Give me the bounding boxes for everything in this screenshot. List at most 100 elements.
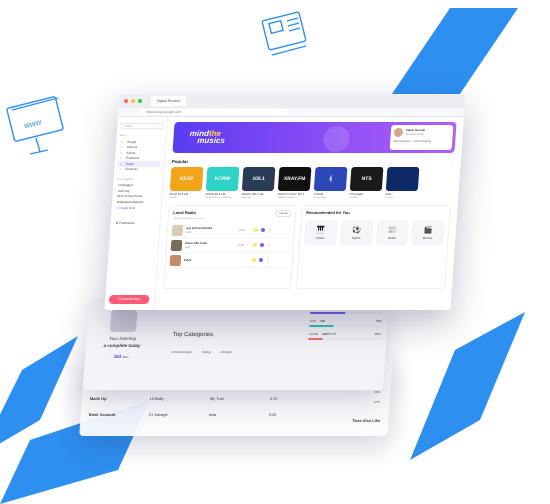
ball-icon: ⚽: [352, 226, 362, 234]
profile-card[interactable]: Calvin Russell @calvinrussell 234 Follow…: [389, 125, 454, 150]
code-screen-icon: [261, 11, 307, 56]
app-body: Search ⌕ Menu ♪ Songs ♪ Albums ♪ Artists ♪ Podc…: [104, 117, 463, 310]
local-radio-title: Local Radio: [173, 210, 197, 215]
category-tag[interactable]: Lifestyle: [220, 350, 231, 354]
station-artwork: KCRW: [205, 167, 240, 191]
radio-row[interactable]: Kaisa Tilla Track Arijit 4:18 ⋮: [170, 238, 290, 253]
maximize-dot[interactable]: [137, 99, 143, 103]
profile-followers: 234 Followers: [393, 139, 411, 143]
rec-card-movies[interactable]: 🎬 Movies: [411, 220, 445, 246]
hero-banner: mindthe musics Calvin Russell @calvinrus…: [172, 122, 457, 153]
sidebar-item-label: Radio: [125, 161, 135, 166]
rec-card-music[interactable]: 🎹 Music: [303, 220, 338, 246]
station-card[interactable]: 𝄞 TruthAli Los Angeles: [313, 167, 348, 199]
radio-row[interactable]: Pehla ⋮: [169, 253, 289, 268]
menu-label: Menu: [119, 133, 127, 137]
station-card[interactable]: XRAY.FM XRAY.fm KXRY 107.1 Portland, Orego…: [277, 167, 312, 199]
also-like-stat: 33%: [374, 390, 381, 394]
carousel-arrows[interactable]: ‹ ›: [451, 160, 454, 164]
sidebar-item-songs[interactable]: ♪ Songs: [119, 139, 162, 145]
hero-title: mindthe musics: [189, 129, 226, 145]
play-icon[interactable]: [259, 243, 265, 247]
station-location: Los Angeles: [313, 196, 327, 199]
station-artwork: [385, 167, 420, 191]
track-info: Kaisa Tilla Track Arijit: [185, 241, 236, 249]
lower-panels: Local Radio See All Local radio stations …: [162, 205, 451, 289]
station-card[interactable]: 105.1 WWPR 105.1 FM New York: [241, 167, 276, 199]
playlists-label: Your Playlists: [116, 177, 134, 181]
rec-label: Movies: [422, 235, 433, 240]
category-tags: Product design Yoding Lifestyle: [171, 350, 231, 354]
table-row[interactable]: Bank Account 21 Savage Issa 3:45: [89, 412, 299, 417]
avatar: [393, 128, 404, 137]
category-tag[interactable]: Yoding: [201, 350, 210, 354]
create-playlist-button[interactable]: + Create New: [114, 205, 157, 211]
mic-icon: ♪: [120, 150, 123, 155]
sidebar-item-label: Songs: [127, 139, 137, 144]
sidebar-item-label: Artists: [126, 150, 136, 155]
track-thumbnail: [169, 254, 182, 266]
station-card[interactable]: KEXP KEXP 90.3 FM Seattle: [169, 167, 204, 199]
more-icon[interactable]: ⋮: [266, 258, 270, 263]
url-field[interactable]: https://www.google.com: [138, 109, 289, 115]
news-icon: 📰: [387, 226, 398, 234]
radio-row[interactable]: Aye Dil Hai Mushkil Arijit 2:50 ⋮: [171, 223, 291, 238]
preference-link[interactable]: ⚙ Preference: [113, 221, 156, 225]
listening-minutes: 354: [113, 354, 122, 359]
sidebar-item-discover[interactable]: ♪ Discover: [117, 167, 160, 173]
station-location: Portland, Oregon: [277, 196, 296, 199]
stat-bar: [309, 325, 382, 327]
podcast-icon: ♪: [119, 156, 122, 161]
close-dot[interactable]: [123, 99, 129, 103]
play-icon[interactable]: [260, 228, 266, 232]
listening-unit: Mins: [122, 355, 129, 359]
like-icon[interactable]: [253, 228, 259, 232]
popular-carousel: KEXP KEXP 90.3 FM Seattle KCRW KCRW 89.9 FM S…: [169, 167, 453, 199]
station-card[interactable]: Eme Europe: [385, 167, 420, 199]
station-card[interactable]: NTS NTS Radio London: [349, 167, 384, 199]
station-location: New York: [241, 196, 252, 199]
sidebar-item-artists[interactable]: ♪ Artists: [118, 150, 161, 156]
like-icon[interactable]: [251, 258, 257, 262]
browser-tab[interactable]: Digital Product: [150, 96, 187, 106]
rec-card-sports[interactable]: ⚽ Sports: [339, 220, 374, 246]
browser-window: Digital Product https://www.google.com S…: [104, 94, 466, 310]
categories-screen: Your listening a complete today 354 Mins…: [82, 300, 390, 390]
album-art: [109, 310, 138, 332]
minimize-dot[interactable]: [130, 99, 136, 103]
stat-percent: 20%: [374, 332, 381, 336]
stat-bar-fill: [309, 325, 334, 327]
track-time: 4:18: [237, 243, 244, 247]
play-icon[interactable]: [258, 258, 264, 262]
local-radio-list: Aye Dil Hai Mushkil Arijit 2:50 ⋮ Kaisa Till…: [169, 223, 291, 268]
station-artwork: KEXP: [169, 167, 204, 191]
deco-stripe-bottom-right: [410, 312, 525, 460]
stat-bar: [310, 312, 383, 314]
sidebar-item-radio[interactable]: ♪ Radio: [117, 161, 161, 167]
track-artist: Arijit: [184, 245, 191, 249]
stat-bar-fill: [308, 338, 323, 340]
station-card[interactable]: KCRW KCRW 89.9 FM Santa Monica, California: [205, 167, 240, 199]
sidebar-menu: ♪ Songs ♪ Albums ♪ Artists ♪ Podcasts ♪ Radio ♪ Dis…: [117, 139, 162, 172]
category-tag[interactable]: Product design: [171, 350, 191, 354]
stat-value: 116: [319, 319, 326, 323]
like-icon[interactable]: [252, 243, 258, 247]
hero-illustration: [322, 126, 351, 152]
station-location: Seattle: [169, 196, 177, 199]
more-icon[interactable]: ⋮: [268, 228, 272, 233]
rec-card-news[interactable]: 📰 News: [375, 220, 409, 246]
www-label: www: [22, 117, 42, 130]
table-row[interactable]: Made Up Lil Baby My Turn 3:10: [90, 396, 300, 401]
more-icon[interactable]: ⋮: [267, 243, 271, 248]
recommended-panel: Recommended for You 🎹 Music ⚽ Sports 📰 News 🎬 M…: [295, 205, 451, 289]
also-like-stat: 17%: [373, 400, 380, 404]
stat-row: Trends 146 20%: [309, 332, 381, 336]
local-radio-subtitle: Local radio stations near you: [172, 217, 204, 220]
see-all-button[interactable]: See All: [274, 210, 292, 217]
station-artwork: 𝄞: [313, 167, 348, 191]
search-input[interactable]: Search ⌕: [120, 123, 164, 129]
download-app-button[interactable]: Download App: [108, 295, 150, 304]
title-bar: Digital Product: [118, 94, 466, 108]
listening-summary: Your listening a complete today 354 Mins: [91, 310, 155, 361]
recommended-title: Recommended for You: [306, 210, 350, 215]
